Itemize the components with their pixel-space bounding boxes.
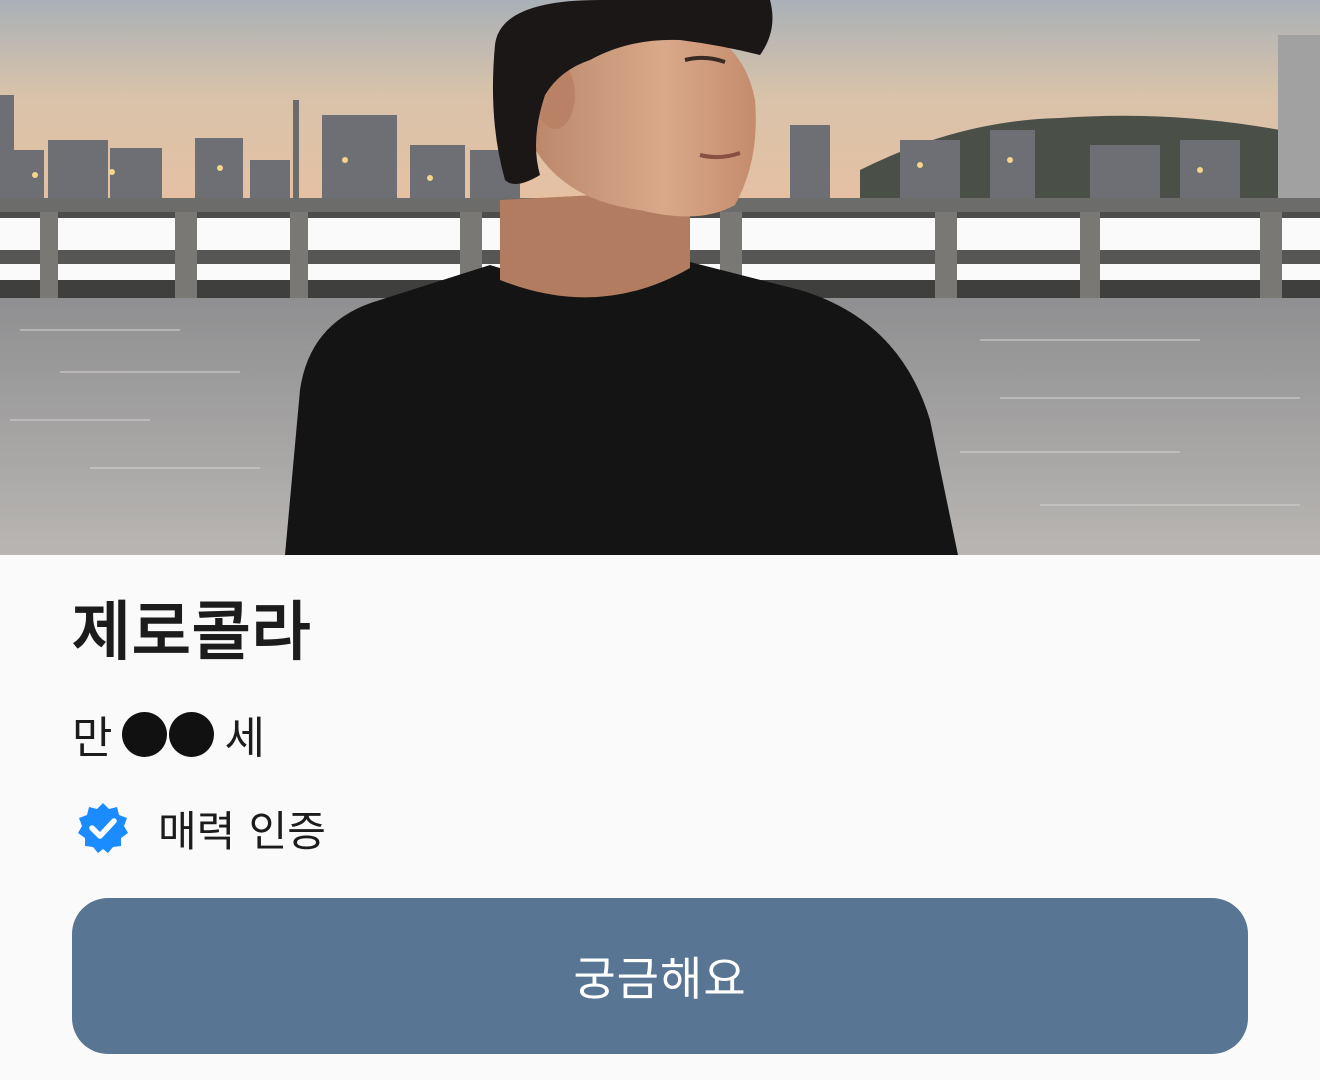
- verification-label: 매력 인증: [158, 806, 326, 856]
- profile-info: 제로콜라 만 세 매력 인증 궁금해요: [0, 555, 1320, 1080]
- age-masked-value: [122, 711, 215, 757]
- profile-name: 제로콜라: [72, 596, 312, 670]
- verification-row: 매력 인증: [76, 798, 326, 858]
- age-suffix: 세: [224, 713, 265, 764]
- verified-badge-icon: [76, 801, 130, 855]
- profile-age: 만 세: [72, 703, 265, 765]
- curious-button[interactable]: 궁금해요: [72, 898, 1248, 1054]
- profile-photo[interactable]: [0, 0, 1320, 555]
- age-prefix: 만: [72, 713, 113, 764]
- masked-dot: [122, 711, 168, 757]
- profile-screen: 제로콜라 만 세 매력 인증 궁금해요: [0, 0, 1320, 1080]
- masked-dot: [169, 711, 215, 757]
